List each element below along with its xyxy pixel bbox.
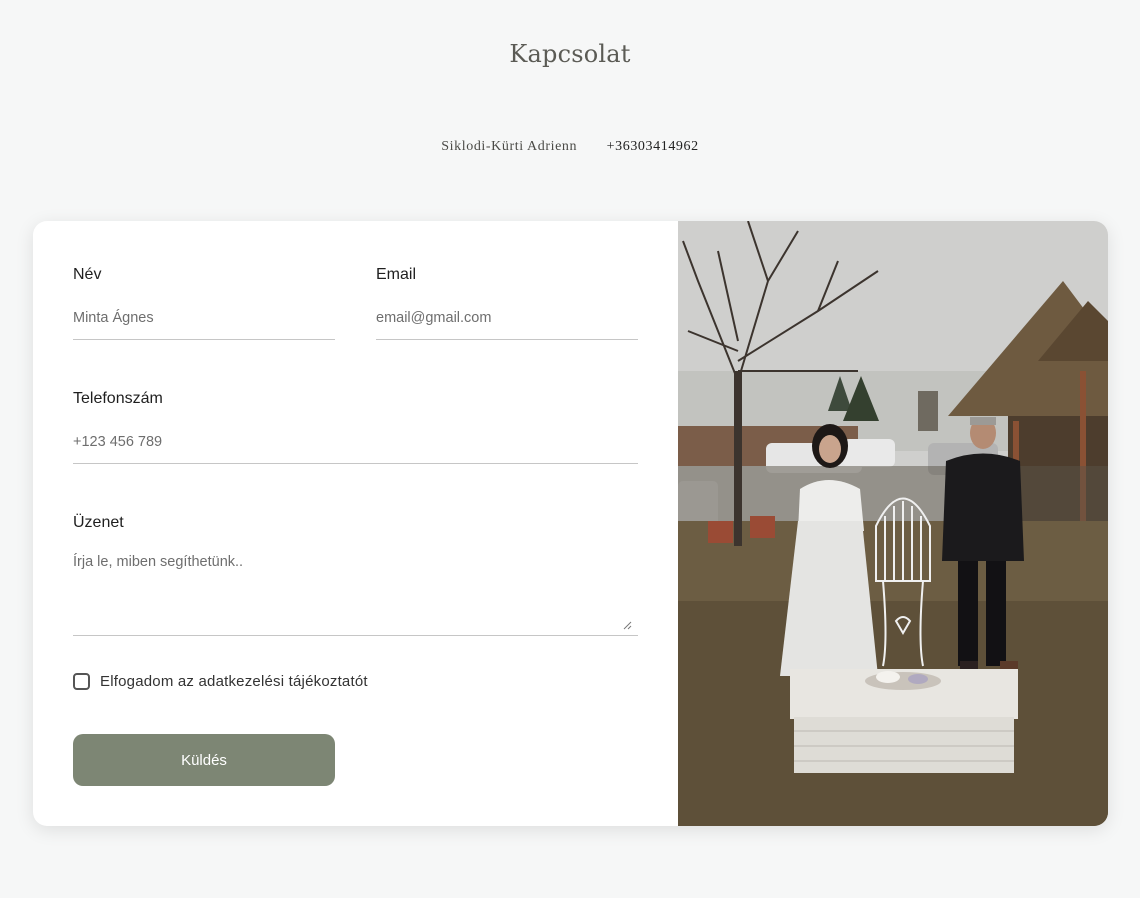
email-input[interactable]: email@gmail.com bbox=[376, 308, 638, 340]
contact-name: Siklodi-Kürti Adrienn bbox=[441, 139, 578, 154]
email-label: Email bbox=[376, 266, 417, 283]
name-field-group: Név Minta Ágnes bbox=[73, 266, 335, 340]
name-input[interactable]: Minta Ágnes bbox=[73, 308, 335, 340]
contact-phone[interactable]: +36303414962 bbox=[607, 139, 699, 155]
submit-button[interactable]: Küldés bbox=[73, 734, 335, 786]
email-field-group: Email email@gmail.com bbox=[376, 266, 638, 340]
consent-row: Elfogadom az adatkezelési tájékoztatót bbox=[73, 673, 368, 690]
contact-card: Név Minta Ágnes Email email@gmail.com Te… bbox=[33, 221, 1108, 826]
resize-handle-icon[interactable] bbox=[623, 621, 632, 630]
message-label: Üzenet bbox=[73, 514, 124, 531]
message-field-group: Üzenet Írja le, miben segíthetünk.. bbox=[73, 514, 638, 636]
phone-input[interactable]: +123 456 789 bbox=[73, 432, 638, 464]
consent-label[interactable]: Elfogadom az adatkezelési tájékoztatót bbox=[100, 673, 368, 690]
name-label: Név bbox=[73, 266, 102, 283]
contact-info: Siklodi-Kürti Adrienn +36303414962 bbox=[0, 139, 1140, 155]
phone-label: Telefonszám bbox=[73, 390, 163, 407]
page-title: Kapcsolat bbox=[509, 40, 631, 68]
wedding-photo bbox=[678, 221, 1108, 826]
message-placeholder: Írja le, miben segíthetünk.. bbox=[73, 554, 244, 570]
phone-field-group: Telefonszám +123 456 789 bbox=[73, 390, 638, 464]
contact-form: Név Minta Ágnes Email email@gmail.com Te… bbox=[33, 221, 678, 826]
consent-checkbox[interactable] bbox=[73, 673, 90, 690]
message-textarea[interactable]: Írja le, miben segíthetünk.. bbox=[73, 552, 638, 636]
